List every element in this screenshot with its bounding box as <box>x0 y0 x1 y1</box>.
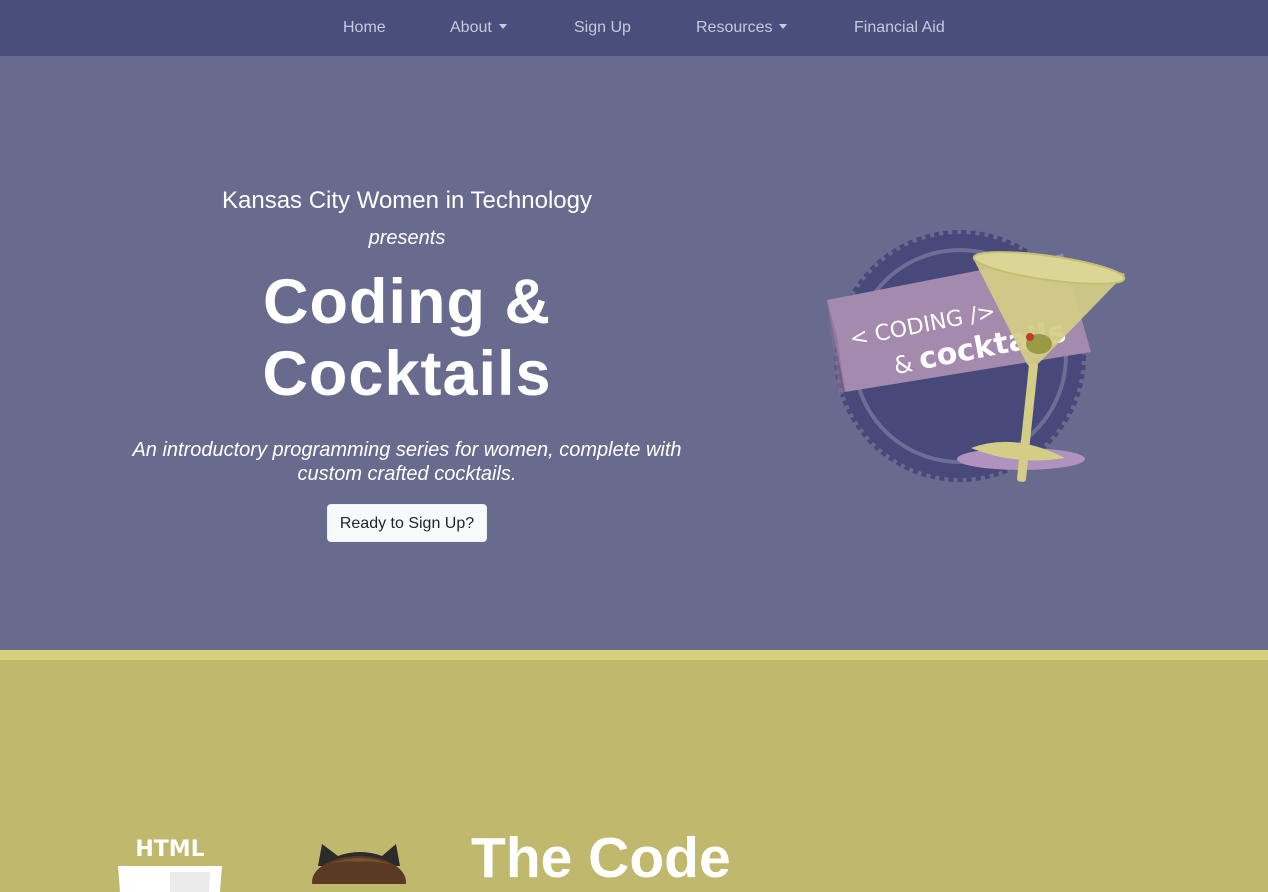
page-title-line2: Cocktails <box>262 339 552 409</box>
sign-up-cta-button[interactable]: Ready to Sign Up? <box>327 504 487 542</box>
nav-home-link[interactable]: Home <box>343 0 386 56</box>
nav-about-label: About <box>450 19 492 36</box>
hero-tagline: An introductory programming series for w… <box>107 438 707 486</box>
section-divider <box>0 650 1268 660</box>
olive-pimento <box>1026 333 1034 341</box>
octocat-icon <box>312 844 406 884</box>
code-section: HTML The Code <box>0 660 1268 892</box>
nav-financial-aid-label: Financial Aid <box>854 19 945 36</box>
html-badge-label: HTML <box>135 837 204 862</box>
nav-signup-link[interactable]: Sign Up <box>574 0 631 56</box>
nav-resources-dropdown[interactable]: Resources <box>696 0 788 56</box>
code-section-title: The Code <box>471 826 731 890</box>
top-navbar: Home About Sign Up Resources Financial A… <box>0 0 1268 56</box>
html5-shield-right <box>170 872 210 892</box>
presents-text: presents <box>368 227 446 249</box>
organization-name: Kansas City Women in Technology <box>222 187 592 214</box>
chevron-down-icon <box>779 24 788 29</box>
page-title-line1: Coding & <box>263 267 551 337</box>
page-title: Coding & Cocktails <box>107 266 707 410</box>
coding-cocktails-logo: < CODING /> & cocktails <box>827 230 1126 482</box>
chevron-down-icon <box>498 24 507 29</box>
hero-section: Kansas City Women in Technology presents… <box>0 56 1268 650</box>
html5-icon: HTML <box>118 837 222 892</box>
tagline-line1: An introductory programming series for w… <box>132 439 682 461</box>
nav-resources-label: Resources <box>696 19 773 36</box>
tagline-line2: custom crafted cocktails. <box>297 463 517 485</box>
nav-financial-aid-link[interactable]: Financial Aid <box>854 0 945 56</box>
nav-about-dropdown[interactable]: About <box>450 0 507 56</box>
nav-signup-label: Sign Up <box>574 19 631 36</box>
nav-home-label: Home <box>343 19 386 36</box>
